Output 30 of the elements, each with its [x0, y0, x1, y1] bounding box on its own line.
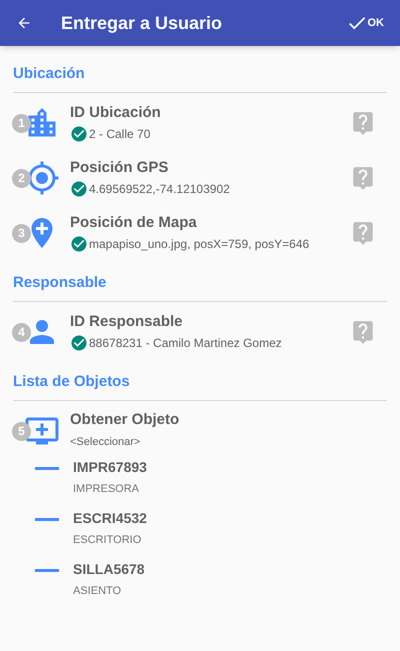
step-number: 2	[12, 168, 31, 188]
object-type: ESCRITORIO	[73, 533, 142, 548]
section-title: Ubicación	[13, 65, 85, 82]
field-value[interactable]: 88678231 - Camilo Martinez Gomez	[89, 334, 282, 352]
dash-icon	[35, 467, 59, 470]
step-number: 1	[12, 114, 31, 132]
step-number: 5	[12, 422, 31, 440]
back-button[interactable]	[16, 15, 32, 31]
section-title: Lista de Objetos	[13, 373, 130, 390]
object-type: IMPRESORA	[73, 482, 140, 497]
object-type: ASIENTO	[73, 584, 122, 599]
app-bar-title: Entregar a Usuario	[61, 12, 224, 35]
field-label: Obtener Objeto	[70, 410, 180, 430]
object-code[interactable]: ESCRI4532	[73, 509, 147, 527]
dash-icon	[35, 569, 59, 572]
field-value[interactable]: mapapiso_uno.jpg, posX=759, posY=646	[89, 234, 310, 252]
field-label: ID Ubicación	[70, 102, 162, 122]
ok-button[interactable]: OK	[346, 12, 384, 34]
field-value[interactable]: <Seleccionar>	[70, 434, 140, 451]
step-number: 3	[12, 224, 31, 242]
field-value[interactable]: 4.69569522,-74.12103902	[89, 180, 230, 198]
field-value[interactable]: 2 - Calle 70	[89, 124, 150, 142]
object-code[interactable]: IMPR67893	[73, 458, 147, 476]
step-number: 4	[12, 322, 31, 342]
section-title: Responsable	[13, 274, 106, 291]
dash-icon	[35, 518, 59, 521]
field-label: Posición GPS	[70, 158, 170, 178]
field-label: Posición de Mapa	[70, 212, 198, 232]
field-label: ID Responsable	[70, 312, 184, 332]
object-code[interactable]: SILLA5678	[73, 560, 145, 578]
